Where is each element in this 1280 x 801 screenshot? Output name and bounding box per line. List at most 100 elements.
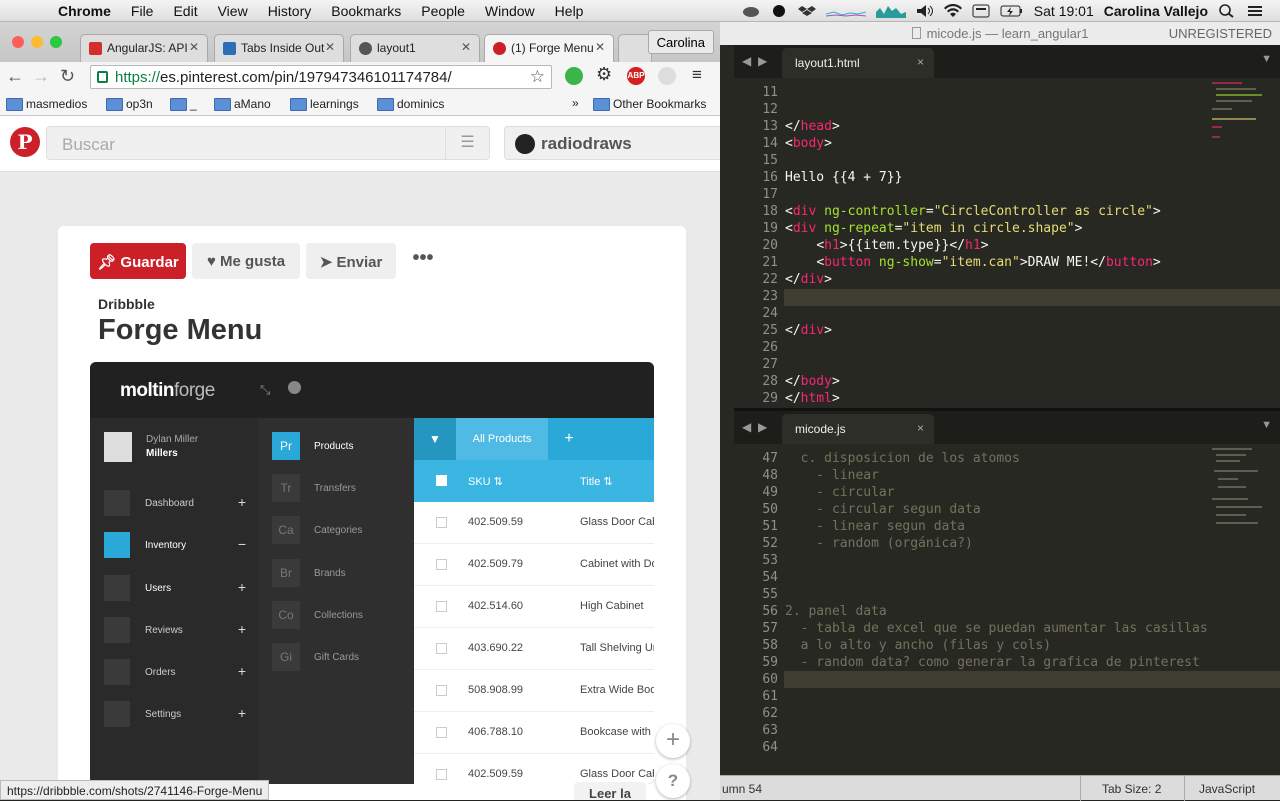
- keyboard-input-icon[interactable]: [972, 4, 990, 18]
- close-tab-icon[interactable]: ×: [917, 55, 924, 69]
- pinterest-favicon-icon: [493, 42, 506, 55]
- menubar-clock[interactable]: Sat 19:01: [1034, 3, 1094, 19]
- editor-pane-js[interactable]: 47 48 49 50 51 52 53 54 55 56 57 58 59 60 61 62 63 64 c. …: [734, 444, 1280, 775]
- close-tab-icon[interactable]: ✕: [189, 40, 199, 54]
- status-drop-icon[interactable]: [770, 4, 788, 18]
- code-token: >{{item.type}}</: [839, 238, 966, 253]
- activity-graph-icon[interactable]: [825, 4, 866, 18]
- cpu-graph-icon[interactable]: [875, 4, 906, 18]
- tab-dropdown-icon[interactable]: ▼: [1261, 419, 1272, 431]
- editor-pane-html[interactable]: 11 12 13 14 15 16 17 18 19 20 21 22 23 2…: [734, 78, 1280, 408]
- read-more-button[interactable]: Leer la: [574, 782, 646, 800]
- menu-history[interactable]: History: [268, 3, 312, 19]
- table-row: 402.514.60 High Cabinet: [414, 586, 654, 628]
- menu-people[interactable]: People: [421, 3, 465, 19]
- code-token: >: [1074, 221, 1083, 236]
- line-number: 23: [762, 289, 778, 304]
- tab-next-icon[interactable]: ▶: [758, 420, 767, 434]
- dribbble-shot-image[interactable]: moltinforge ⤡ Dylan Miller Millers Dashb…: [90, 362, 654, 784]
- send-label: Enviar: [336, 254, 383, 271]
- dropbox-icon[interactable]: [797, 4, 816, 18]
- close-tab-icon[interactable]: ✕: [461, 40, 471, 54]
- tag-icon: [104, 532, 130, 558]
- send-button[interactable]: ➤ Enviar: [306, 243, 396, 279]
- bookmark-star-icon[interactable]: ☆: [530, 67, 545, 87]
- adblock-plus-icon[interactable]: ABP: [627, 67, 645, 85]
- menu-file[interactable]: File: [131, 3, 154, 19]
- line-number: 57: [762, 621, 778, 636]
- code-token: h1: [824, 238, 840, 253]
- search-menu-icon[interactable]: ☰: [445, 127, 489, 159]
- bookmark-folder[interactable]: aMano: [214, 97, 271, 111]
- bookmark-folder[interactable]: op3n: [106, 97, 153, 111]
- cat-abbr: Gi: [272, 643, 300, 671]
- search-input[interactable]: Buscar ☰: [46, 126, 490, 160]
- other-bookmarks-folder[interactable]: Other Bookmarks: [593, 97, 706, 111]
- bookmark-folder[interactable]: learnings: [290, 97, 359, 111]
- tab-micode-js[interactable]: micode.js ×: [782, 414, 934, 444]
- menu-edit[interactable]: Edit: [173, 3, 197, 19]
- close-tab-icon[interactable]: ✕: [325, 40, 335, 54]
- like-button[interactable]: ♥ Me gusta: [192, 243, 300, 279]
- line-number: 51: [762, 519, 778, 534]
- save-button[interactable]: 📌︎ Guardar: [90, 243, 186, 279]
- tab-layout1-html[interactable]: layout1.html ×: [782, 48, 934, 78]
- new-tab-button[interactable]: [618, 34, 652, 62]
- pin-source[interactable]: Dribbble: [98, 296, 155, 312]
- address-bar[interactable]: https://es.pinterest.com/pin/19794734610…: [90, 65, 552, 89]
- forge-cat-transfers: Tr Transfers: [272, 474, 412, 502]
- menu-bookmarks[interactable]: Bookmarks: [331, 3, 401, 19]
- tab-prev-icon[interactable]: ◀: [742, 54, 751, 68]
- tab-layout1[interactable]: layout1 ✕: [350, 34, 480, 62]
- profile-link[interactable]: radiodraws: [504, 126, 720, 160]
- tab-prev-icon[interactable]: ◀: [742, 420, 751, 434]
- settings-gear-icon[interactable]: ⚙: [596, 64, 614, 84]
- tab-tabs-inside-out[interactable]: Tabs Inside Out ✕: [214, 34, 344, 62]
- add-pin-button[interactable]: +: [656, 724, 690, 758]
- url-path: es.pinterest.com/pin/197947346101174784/: [160, 69, 452, 86]
- reload-icon[interactable]: ↻: [60, 66, 75, 87]
- minimap[interactable]: [1212, 78, 1266, 148]
- tab-forge-menu[interactable]: (1) Forge Menu ✕: [484, 34, 614, 62]
- close-window-button[interactable]: [12, 36, 24, 48]
- volume-icon[interactable]: [916, 4, 934, 18]
- tab-next-icon[interactable]: ▶: [758, 54, 767, 68]
- bookmark-folder[interactable]: dominics: [377, 97, 444, 111]
- menu-help[interactable]: Help: [555, 3, 584, 19]
- back-arrow-icon[interactable]: ←: [6, 66, 24, 87]
- forge-nav-orders: Orders +: [104, 659, 246, 685]
- bookmarks-overflow[interactable]: »: [572, 96, 579, 110]
- syntax-selector[interactable]: JavaScript: [1199, 782, 1255, 796]
- wifi-icon[interactable]: [943, 3, 962, 18]
- chrome-menu-icon[interactable]: ≡: [692, 65, 710, 84]
- tab-size-selector[interactable]: Tab Size: 2: [1102, 782, 1161, 796]
- help-button[interactable]: ?: [656, 764, 690, 798]
- menubar-user[interactable]: Carolina Vallejo: [1104, 3, 1208, 19]
- battery-icon[interactable]: [1000, 4, 1024, 18]
- line-number: 18: [762, 204, 778, 219]
- notification-center-icon[interactable]: [1246, 4, 1264, 18]
- macos-menubar: Chrome File Edit View History Bookmarks …: [0, 0, 1280, 22]
- minimap[interactable]: [1212, 444, 1266, 584]
- spotlight-search-icon[interactable]: [1218, 4, 1236, 18]
- profile-button[interactable]: Carolina: [647, 30, 714, 54]
- extension-puzzle-icon[interactable]: [658, 67, 676, 85]
- menu-window[interactable]: Window: [485, 3, 535, 19]
- bookmark-folder[interactable]: _: [170, 97, 197, 111]
- more-options-button[interactable]: •••: [408, 243, 438, 279]
- menu-app-name[interactable]: Chrome: [58, 3, 111, 19]
- forward-arrow-icon[interactable]: →: [32, 66, 50, 87]
- bookmark-folder[interactable]: masmedios: [6, 97, 87, 111]
- zoom-window-button[interactable]: [50, 36, 62, 48]
- status-cloud-icon[interactable]: [742, 4, 760, 18]
- close-tab-icon[interactable]: ×: [917, 421, 924, 435]
- pinterest-logo[interactable]: P: [10, 127, 40, 157]
- close-tab-icon[interactable]: ✕: [595, 40, 605, 54]
- tab-dropdown-icon[interactable]: ▼: [1261, 53, 1272, 65]
- sublime-titlebar: micode.js — learn_angular1 UNREGISTERED: [720, 22, 1280, 45]
- tab-angularjs[interactable]: AngularJS: API ✕: [80, 34, 208, 62]
- minimize-window-button[interactable]: [31, 36, 43, 48]
- extension-green-icon[interactable]: [565, 67, 583, 85]
- menu-view[interactable]: View: [218, 3, 248, 19]
